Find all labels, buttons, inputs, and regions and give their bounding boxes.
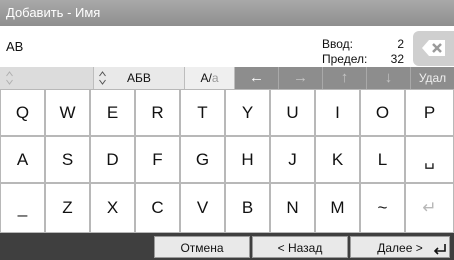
key-i[interactable]: I	[315, 89, 360, 136]
spinner-icon	[6, 71, 13, 85]
key-b[interactable]: B	[225, 183, 270, 233]
cursor-left-button[interactable]: ←	[235, 67, 279, 89]
back-button[interactable]: < Назад	[252, 236, 348, 258]
delete-button[interactable]: Удал	[411, 67, 454, 89]
enter-icon	[433, 244, 446, 255]
key-d[interactable]: D	[90, 136, 135, 183]
input-count-value: 2	[397, 37, 404, 51]
cancel-button[interactable]: Отмена	[154, 236, 250, 258]
key-j[interactable]: J	[270, 136, 315, 183]
key-k[interactable]: K	[315, 136, 360, 183]
key-v[interactable]: V	[180, 183, 225, 233]
limit-label: Предел:	[322, 52, 368, 66]
key-z[interactable]: Z	[45, 183, 90, 233]
key-enter[interactable]: ↵	[405, 183, 454, 233]
key-y[interactable]: Y	[225, 89, 270, 136]
key-space[interactable]: ␣	[405, 136, 454, 183]
input-count-label: Ввод:	[322, 37, 353, 51]
up-arrow-icon: ↑	[340, 69, 349, 86]
key-a[interactable]: A	[0, 136, 45, 183]
key-o[interactable]: O	[360, 89, 405, 136]
control-row: АБВ A/a ← → ↑ ↓ Удал	[0, 67, 454, 89]
key-c[interactable]: C	[135, 183, 180, 233]
key-p[interactable]: P	[405, 89, 454, 136]
key-r[interactable]: R	[135, 89, 180, 136]
input-area[interactable]: АВ Ввод: 2 Предел: 32	[0, 26, 454, 67]
key-u[interactable]: U	[270, 89, 315, 136]
layout-label: АБВ	[127, 71, 151, 85]
key-e[interactable]: E	[90, 89, 135, 136]
dialog-title: Добавить - Имя	[0, 0, 454, 26]
layout-abv-button[interactable]: АБВ	[94, 67, 185, 89]
key-w[interactable]: W	[45, 89, 90, 136]
backspace-icon	[422, 40, 445, 56]
limit-value: 32	[390, 52, 404, 66]
cursor-up-button[interactable]: ↑	[323, 67, 367, 89]
key-l[interactable]: L	[360, 136, 405, 183]
input-text[interactable]: АВ	[6, 39, 23, 54]
key-x[interactable]: X	[90, 183, 135, 233]
cursor-down-button[interactable]: ↓	[367, 67, 411, 89]
key-tilde[interactable]: ~	[360, 183, 405, 233]
key-n[interactable]: N	[270, 183, 315, 233]
key-underscore[interactable]: _	[0, 183, 45, 233]
key-g[interactable]: G	[180, 136, 225, 183]
key-s[interactable]: S	[45, 136, 90, 183]
case-toggle-button[interactable]: A/a	[185, 67, 235, 89]
left-arrow-icon: ←	[249, 69, 264, 86]
down-arrow-icon: ↓	[384, 69, 393, 86]
cursor-right-button[interactable]: →	[279, 67, 323, 89]
layout-spinner-left[interactable]	[0, 67, 94, 89]
spinner-icon	[99, 71, 106, 85]
key-t[interactable]: T	[180, 89, 225, 136]
key-h[interactable]: H	[225, 136, 270, 183]
backspace-button[interactable]	[413, 31, 454, 66]
case-dim-label: a	[211, 71, 219, 85]
case-main-label: A/	[200, 71, 212, 85]
key-m[interactable]: M	[315, 183, 360, 233]
right-arrow-icon: →	[293, 69, 308, 86]
key-q[interactable]: Q	[0, 89, 45, 136]
key-f[interactable]: F	[135, 136, 180, 183]
